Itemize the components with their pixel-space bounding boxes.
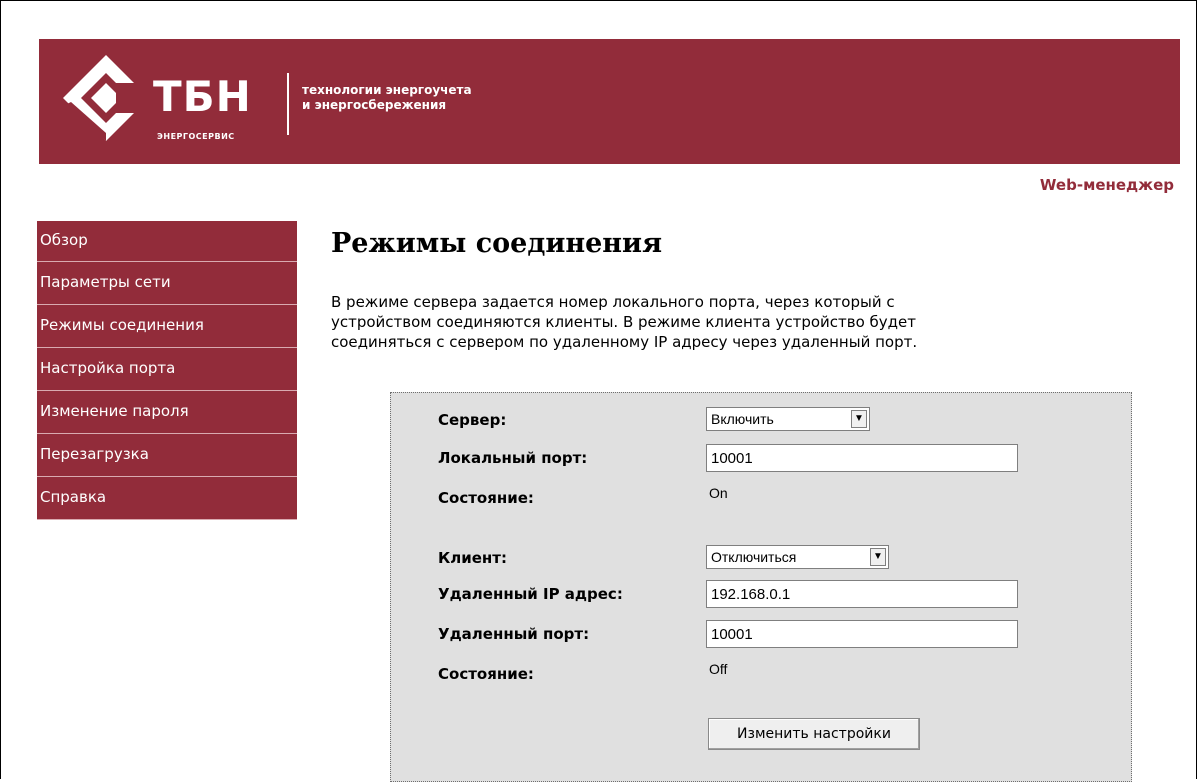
chevron-down-icon[interactable]: ▼: [870, 548, 886, 566]
client-state-value: Off: [709, 661, 728, 677]
tagline-line-1: технологии энергоучета: [302, 83, 472, 97]
page-title: Режимы соединения: [331, 228, 663, 259]
apply-settings-button[interactable]: Изменить настройки: [708, 718, 920, 750]
sidebar-item-network-settings[interactable]: Параметры сети: [37, 262, 297, 305]
sidebar-item-port-settings[interactable]: Настройка порта: [37, 348, 297, 391]
web-manager-title: Web-менеджер: [1039, 176, 1174, 194]
server-label: Сервер:: [438, 411, 507, 429]
logo-subtitle: ЭНЕРГОСЕРВИС: [157, 132, 235, 141]
remote-port-label: Удаленный порт:: [438, 625, 590, 643]
chevron-down-icon[interactable]: ▼: [851, 410, 867, 428]
intro-text: В режиме сервера задается номер локально…: [331, 292, 1131, 352]
server-state-value: On: [709, 485, 728, 501]
client-select[interactable]: Отключиться ▼: [706, 545, 889, 569]
remote-port-input[interactable]: [706, 620, 1018, 648]
sidebar-item-overview[interactable]: Обзор: [37, 221, 297, 262]
sidebar-item-connection-modes[interactable]: Режимы соединения: [37, 305, 297, 348]
logo-divider: [287, 73, 289, 135]
local-port-label: Локальный порт:: [438, 449, 588, 467]
client-select-value: Отключиться: [711, 549, 797, 565]
tbn-logo-icon: [63, 55, 151, 141]
tagline-line-2: и энергосбережения: [302, 98, 447, 112]
remote-ip-label: Удаленный IP адрес:: [438, 585, 623, 603]
logo-text: ТБН: [153, 72, 252, 121]
intro-line-2: устройством соединяются клиенты. В режим…: [331, 313, 917, 331]
sidebar-item-help[interactable]: Справка: [37, 477, 297, 520]
intro-line-1: В режиме сервера задается номер локально…: [331, 293, 895, 311]
sidebar-item-change-password[interactable]: Изменение пароля: [37, 391, 297, 434]
client-label: Клиент:: [438, 549, 507, 567]
server-select-value: Включить: [711, 411, 774, 427]
intro-line-3: соединяться с сервером по удаленному IP …: [331, 333, 918, 351]
tagline: технологии энергоучета и энергосбережени…: [302, 83, 472, 113]
connection-settings-panel: Сервер: Включить ▼ Локальный порт: Состо…: [390, 392, 1132, 782]
sidebar-nav: Обзор Параметры сети Режимы соединения Н…: [37, 221, 297, 520]
client-state-label: Состояние:: [438, 665, 534, 683]
server-state-label: Состояние:: [438, 489, 534, 507]
sidebar-item-reboot[interactable]: Перезагрузка: [37, 434, 297, 477]
remote-ip-input[interactable]: [706, 580, 1018, 608]
local-port-input[interactable]: [706, 444, 1018, 472]
server-select[interactable]: Включить ▼: [706, 407, 870, 431]
header-banner: ТБН ЭНЕРГОСЕРВИС технологии энергоучета …: [39, 39, 1180, 164]
